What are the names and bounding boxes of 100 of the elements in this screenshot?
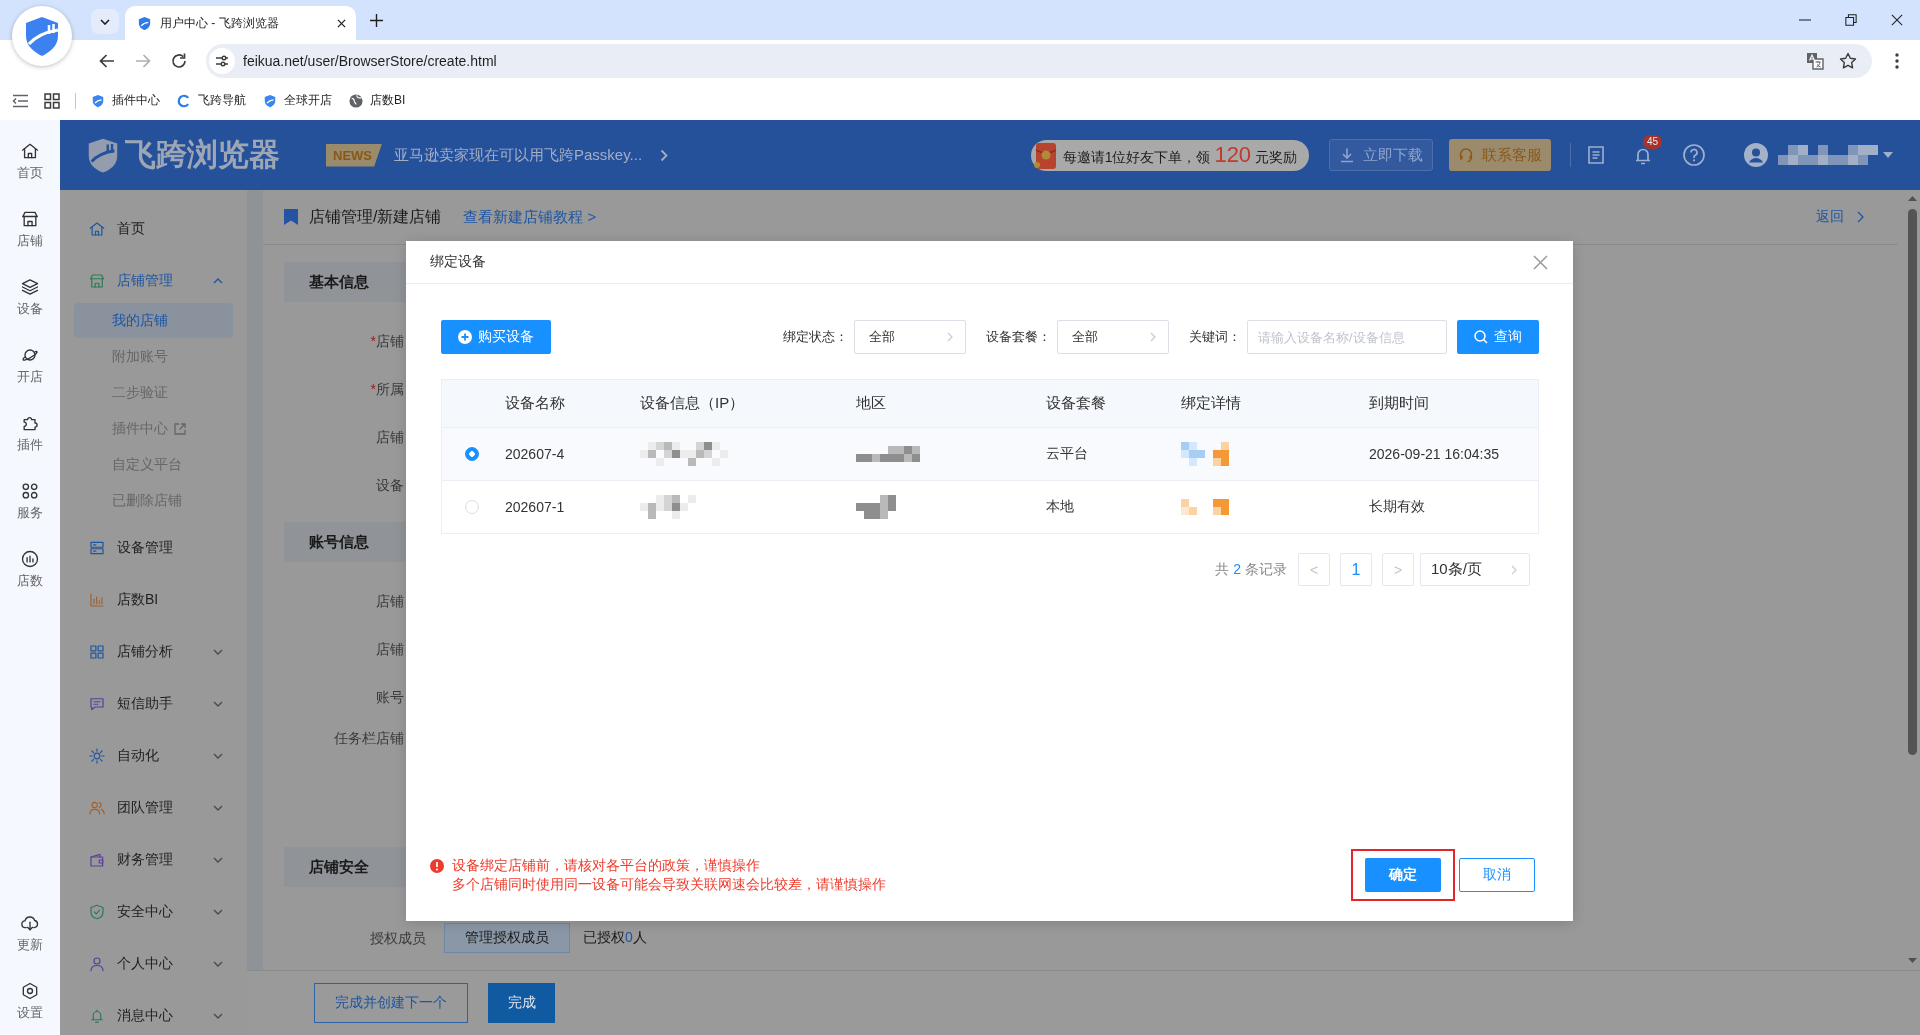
bar-chart-icon	[88, 591, 106, 609]
rail-nav-item[interactable]: 店数	[0, 537, 60, 605]
radio-button[interactable]	[465, 447, 479, 461]
sidebar-item[interactable]: 店铺分析	[60, 626, 247, 678]
table-cell: 长期有效	[1369, 498, 1425, 516]
filter-select[interactable]: 全部	[1057, 320, 1169, 354]
sidebar-item[interactable]: 安全中心	[60, 886, 247, 938]
plus-circle-icon	[458, 330, 472, 344]
wallet-icon	[88, 851, 106, 869]
caret-down-icon[interactable]	[1883, 152, 1893, 158]
chevron-right-icon	[1511, 564, 1517, 575]
buy-device-button[interactable]: 购买设备	[441, 320, 551, 354]
pixelated-text-drawing	[1181, 499, 1229, 515]
close-icon[interactable]	[337, 18, 346, 28]
triangle-down-icon[interactable]	[1908, 958, 1917, 963]
dialog-title: 绑定设备	[430, 253, 486, 271]
cloud-download-icon	[20, 913, 40, 933]
filter-select[interactable]: 全部	[854, 320, 966, 354]
rail-nav-item[interactable]: 开店	[0, 333, 60, 401]
four-squares-icon[interactable]	[44, 92, 60, 109]
chevron-down-icon[interactable]	[213, 1013, 223, 1019]
server-icon	[88, 539, 106, 557]
reload-icon[interactable]	[170, 51, 188, 70]
vertical-dots-icon[interactable]	[1895, 52, 1899, 69]
home-icon	[88, 220, 106, 238]
confirm-button[interactable]: 确定	[1365, 858, 1441, 892]
breadcrumb: 店铺管理/新建店铺	[309, 206, 442, 227]
rail-nav-item[interactable]: 设置	[0, 967, 60, 1035]
store-icon	[20, 209, 40, 229]
plus-icon[interactable]	[370, 13, 383, 27]
rail-nav-item[interactable]: 插件	[0, 401, 60, 469]
news-tag: NEWS	[326, 143, 382, 167]
warning-icon	[430, 859, 444, 873]
pixelated-text-drawing	[1181, 442, 1229, 466]
sidebar-item[interactable]: 店数BI	[60, 574, 247, 626]
invite-banner[interactable]: 每邀请1位好友下单，领 120 元奖励	[1030, 139, 1309, 171]
table-cell: 本地	[1046, 498, 1074, 516]
table-cell: 云平台	[1046, 445, 1088, 463]
settings-icon	[20, 981, 40, 1001]
document-icon[interactable]	[1588, 146, 1604, 164]
translate-icon[interactable]	[1806, 51, 1824, 70]
page-size-select[interactable]: 10条/页	[1420, 553, 1530, 586]
field-label: 任务栏店铺	[334, 729, 404, 748]
star-icon[interactable]	[1839, 51, 1857, 70]
page-button[interactable]: 1	[1340, 553, 1372, 586]
side-panel-icon[interactable]	[12, 93, 29, 108]
sliders-icon[interactable]	[209, 47, 235, 74]
field-label: 授权成员	[370, 929, 426, 948]
column-header: 设备套餐	[1046, 394, 1106, 413]
bookmark-icon	[284, 209, 298, 225]
sidebar-item[interactable]: 团队管理	[60, 782, 247, 834]
triangle-up-icon[interactable]	[1908, 196, 1917, 201]
sidebar-item[interactable]: 财务管理	[60, 834, 247, 886]
address-bar[interactable]: feikua.net/user/BrowserStore/create.html	[206, 43, 1872, 78]
person-icon	[88, 955, 106, 973]
shield-icon	[91, 93, 105, 108]
close-icon[interactable]	[1891, 14, 1903, 26]
keyword-input[interactable]: 请输入设备名称/设备信息	[1247, 320, 1447, 354]
brand-name: 飞跨浏览器	[125, 136, 280, 174]
chevron-right-icon[interactable]	[660, 148, 669, 162]
search-button[interactable]: 查询	[1457, 320, 1539, 354]
sidebar-item[interactable]: 首页	[60, 203, 247, 255]
news-headline[interactable]: 亚马逊卖家现在可以用飞跨Passkey...	[394, 145, 643, 165]
people-icon	[88, 799, 106, 817]
sidebar-item[interactable]: 消息中心	[60, 990, 247, 1035]
chevron-down-icon[interactable]	[213, 701, 223, 707]
chevron-right-icon[interactable]	[1857, 211, 1864, 223]
sidebar-item[interactable]: 设备管理	[60, 522, 247, 574]
headset-icon	[1458, 147, 1474, 163]
section-header: 账号信息	[284, 522, 406, 562]
bookmark-link[interactable]: 店数BI	[349, 92, 406, 109]
bookmark-link[interactable]: 飞跨导航	[177, 92, 246, 109]
sidebar-item[interactable]: 短信助手	[60, 678, 247, 730]
cancel-button[interactable]: 取消	[1459, 858, 1535, 892]
chevron-down-icon[interactable]	[213, 805, 223, 811]
bookmark-link[interactable]: 全球开店	[263, 92, 332, 109]
rail-nav-item[interactable]: 服务	[0, 469, 60, 537]
done-button[interactable]: 完成	[488, 983, 555, 1023]
scrollbar-thumb[interactable]	[1908, 209, 1917, 755]
tab-list-button[interactable]	[91, 9, 119, 34]
rail-nav-item[interactable]: 首页	[0, 129, 60, 197]
sidebar-item[interactable]: 个人中心	[60, 938, 247, 990]
chevron-down-icon[interactable]	[213, 753, 223, 759]
sidebar-item[interactable]: 自动化	[60, 730, 247, 782]
browser-tab[interactable]: 用户中心 - 飞跨浏览器	[125, 6, 356, 40]
rail-nav-item[interactable]: 店铺	[0, 197, 60, 265]
chevron-down-icon[interactable]	[213, 649, 223, 655]
chevron-right-icon	[947, 332, 953, 342]
rail-nav-item[interactable]: 设备	[0, 265, 60, 333]
manage-members-button[interactable]: 管理授权成员	[444, 923, 570, 953]
four-circles-icon	[20, 481, 40, 501]
help-icon[interactable]	[1683, 144, 1705, 166]
chevron-up-icon[interactable]	[213, 278, 223, 284]
rail-nav-item[interactable]: 更新	[0, 899, 60, 967]
chevron-down-icon[interactable]	[213, 909, 223, 915]
chevron-down-icon[interactable]	[213, 857, 223, 863]
chevron-down-icon[interactable]	[213, 961, 223, 967]
restore-icon[interactable]	[1845, 14, 1857, 26]
avatar-icon[interactable]	[1744, 143, 1768, 167]
bookmark-link[interactable]: 插件中心	[91, 92, 160, 109]
